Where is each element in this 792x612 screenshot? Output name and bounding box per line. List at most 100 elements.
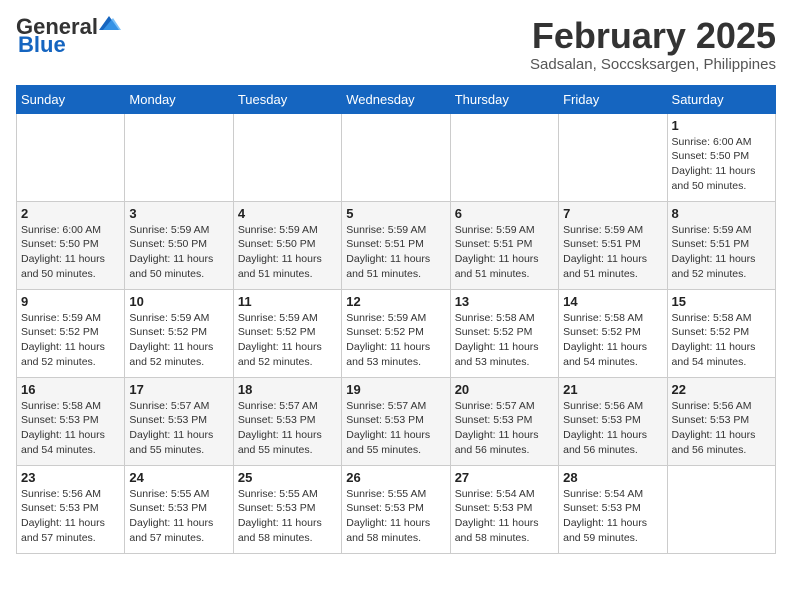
calendar-day-cell: 10 Sunrise: 5:59 AMSunset: 5:52 PMDayligh…	[125, 289, 233, 377]
day-info: Sunrise: 5:59 AMSunset: 5:51 PMDaylight:…	[672, 223, 771, 282]
calendar-day-cell: 21 Sunrise: 5:56 AMSunset: 5:53 PMDayligh…	[559, 377, 667, 465]
day-number: 2	[21, 206, 120, 221]
weekday-header-saturday: Saturday	[667, 85, 775, 113]
weekday-header-wednesday: Wednesday	[342, 85, 450, 113]
day-number: 8	[672, 206, 771, 221]
calendar-day-cell: 2 Sunrise: 6:00 AMSunset: 5:50 PMDaylight…	[17, 201, 125, 289]
location-text: Sadsalan, Soccsksargen, Philippines	[530, 56, 776, 73]
day-info: Sunrise: 5:59 AMSunset: 5:52 PMDaylight:…	[238, 311, 337, 370]
day-number: 5	[346, 206, 445, 221]
calendar-day-cell: 4Sunrise: 5:59 AMSunset: 5:50 PMDaylight…	[233, 201, 341, 289]
calendar-day-cell	[233, 113, 341, 201]
day-number: 14	[563, 294, 662, 309]
day-info: Sunrise: 5:55 AMSunset: 5:53 PMDaylight:…	[129, 487, 228, 546]
day-info: Sunrise: 5:56 AMSunset: 5:53 PMDaylight:…	[21, 487, 120, 546]
day-number: 26	[346, 470, 445, 485]
calendar-day-cell: 13 Sunrise: 5:58 AMSunset: 5:52 PMDayligh…	[450, 289, 558, 377]
calendar-day-cell: 11 Sunrise: 5:59 AMSunset: 5:52 PMDayligh…	[233, 289, 341, 377]
calendar-day-cell: 22Sunrise: 5:56 AMSunset: 5:53 PMDayligh…	[667, 377, 775, 465]
calendar-day-cell	[342, 113, 450, 201]
day-info: Sunrise: 5:59 AMSunset: 5:50 PMDaylight:…	[238, 223, 337, 282]
day-info: Sunrise: 5:55 AMSunset: 5:53 PMDaylight:…	[346, 487, 445, 546]
day-info: Sunrise: 5:54 AMSunset: 5:53 PMDaylight:…	[563, 487, 662, 546]
calendar-day-cell: 25 Sunrise: 5:55 AMSunset: 5:53 PMDayligh…	[233, 465, 341, 553]
calendar-day-cell: 15 Sunrise: 5:58 AMSunset: 5:52 PMDayligh…	[667, 289, 775, 377]
day-info: Sunrise: 5:59 AMSunset: 5:50 PMDaylight:…	[129, 223, 228, 282]
calendar-day-cell: 24 Sunrise: 5:55 AMSunset: 5:53 PMDayligh…	[125, 465, 233, 553]
day-info: Sunrise: 5:58 AMSunset: 5:52 PMDaylight:…	[563, 311, 662, 370]
day-info: Sunrise: 6:00 AMSunset: 5:50 PMDaylight:…	[672, 135, 771, 194]
calendar-day-cell: 23 Sunrise: 5:56 AMSunset: 5:53 PMDayligh…	[17, 465, 125, 553]
day-number: 10	[129, 294, 228, 309]
day-info: Sunrise: 5:55 AMSunset: 5:53 PMDaylight:…	[238, 487, 337, 546]
calendar-day-cell: 7Sunrise: 5:59 AMSunset: 5:51 PMDaylight…	[559, 201, 667, 289]
calendar-week-row: 9 Sunrise: 5:59 AMSunset: 5:52 PMDaylight…	[17, 289, 776, 377]
calendar-day-cell: 3Sunrise: 5:59 AMSunset: 5:50 PMDaylight…	[125, 201, 233, 289]
calendar-day-cell: 20 Sunrise: 5:57 AMSunset: 5:53 PMDayligh…	[450, 377, 558, 465]
day-number: 11	[238, 294, 337, 309]
day-number: 23	[21, 470, 120, 485]
calendar-day-cell: 17 Sunrise: 5:57 AMSunset: 5:53 PMDayligh…	[125, 377, 233, 465]
weekday-header-thursday: Thursday	[450, 85, 558, 113]
logo-blue-text: Blue	[18, 34, 66, 56]
weekday-header-friday: Friday	[559, 85, 667, 113]
day-info: Sunrise: 5:57 AMSunset: 5:53 PMDaylight:…	[129, 399, 228, 458]
day-info: Sunrise: 5:56 AMSunset: 5:53 PMDaylight:…	[563, 399, 662, 458]
weekday-header-monday: Monday	[125, 85, 233, 113]
weekday-header-tuesday: Tuesday	[233, 85, 341, 113]
calendar-week-row: 23 Sunrise: 5:56 AMSunset: 5:53 PMDayligh…	[17, 465, 776, 553]
calendar-day-cell	[125, 113, 233, 201]
calendar-day-cell: 1 Sunrise: 6:00 AMSunset: 5:50 PMDaylight…	[667, 113, 775, 201]
day-number: 27	[455, 470, 554, 485]
calendar-day-cell: 19 Sunrise: 5:57 AMSunset: 5:53 PMDayligh…	[342, 377, 450, 465]
day-number: 15	[672, 294, 771, 309]
day-number: 7	[563, 206, 662, 221]
calendar-day-cell: 18 Sunrise: 5:57 AMSunset: 5:53 PMDayligh…	[233, 377, 341, 465]
day-info: Sunrise: 5:57 AMSunset: 5:53 PMDaylight:…	[238, 399, 337, 458]
day-info: Sunrise: 5:58 AMSunset: 5:53 PMDaylight:…	[21, 399, 120, 458]
day-info: Sunrise: 5:59 AMSunset: 5:52 PMDaylight:…	[21, 311, 120, 370]
day-number: 1	[672, 118, 771, 133]
day-info: Sunrise: 5:58 AMSunset: 5:52 PMDaylight:…	[455, 311, 554, 370]
calendar-header-row: SundayMondayTuesdayWednesdayThursdayFrid…	[17, 85, 776, 113]
calendar-day-cell: 9 Sunrise: 5:59 AMSunset: 5:52 PMDaylight…	[17, 289, 125, 377]
day-info: Sunrise: 6:00 AMSunset: 5:50 PMDaylight:…	[21, 223, 120, 282]
calendar-day-cell	[667, 465, 775, 553]
calendar-day-cell: 16Sunrise: 5:58 AMSunset: 5:53 PMDayligh…	[17, 377, 125, 465]
day-info: Sunrise: 5:56 AMSunset: 5:53 PMDaylight:…	[672, 399, 771, 458]
calendar-day-cell: 5 Sunrise: 5:59 AMSunset: 5:51 PMDaylight…	[342, 201, 450, 289]
day-info: Sunrise: 5:59 AMSunset: 5:52 PMDaylight:…	[129, 311, 228, 370]
day-info: Sunrise: 5:59 AMSunset: 5:52 PMDaylight:…	[346, 311, 445, 370]
logo-icon	[99, 16, 121, 34]
logo: General Blue	[16, 16, 121, 56]
calendar-day-cell: 27Sunrise: 5:54 AMSunset: 5:53 PMDayligh…	[450, 465, 558, 553]
calendar-day-cell: 14 Sunrise: 5:58 AMSunset: 5:52 PMDayligh…	[559, 289, 667, 377]
day-number: 13	[455, 294, 554, 309]
calendar-day-cell: 28 Sunrise: 5:54 AMSunset: 5:53 PMDayligh…	[559, 465, 667, 553]
calendar-week-row: 16Sunrise: 5:58 AMSunset: 5:53 PMDayligh…	[17, 377, 776, 465]
day-number: 19	[346, 382, 445, 397]
calendar-day-cell	[559, 113, 667, 201]
calendar-week-row: 2 Sunrise: 6:00 AMSunset: 5:50 PMDaylight…	[17, 201, 776, 289]
day-number: 21	[563, 382, 662, 397]
month-title: February 2025	[530, 16, 776, 56]
day-number: 25	[238, 470, 337, 485]
calendar-day-cell: 26 Sunrise: 5:55 AMSunset: 5:53 PMDayligh…	[342, 465, 450, 553]
day-info: Sunrise: 5:57 AMSunset: 5:53 PMDaylight:…	[346, 399, 445, 458]
title-block: February 2025 Sadsalan, Soccsksargen, Ph…	[530, 16, 776, 73]
day-info: Sunrise: 5:59 AMSunset: 5:51 PMDaylight:…	[346, 223, 445, 282]
day-number: 9	[21, 294, 120, 309]
day-number: 17	[129, 382, 228, 397]
calendar-week-row: 1 Sunrise: 6:00 AMSunset: 5:50 PMDaylight…	[17, 113, 776, 201]
calendar-table: SundayMondayTuesdayWednesdayThursdayFrid…	[16, 85, 776, 554]
day-number: 18	[238, 382, 337, 397]
day-info: Sunrise: 5:59 AMSunset: 5:51 PMDaylight:…	[455, 223, 554, 282]
day-number: 28	[563, 470, 662, 485]
day-number: 20	[455, 382, 554, 397]
calendar-day-cell: 6Sunrise: 5:59 AMSunset: 5:51 PMDaylight…	[450, 201, 558, 289]
day-info: Sunrise: 5:57 AMSunset: 5:53 PMDaylight:…	[455, 399, 554, 458]
day-number: 24	[129, 470, 228, 485]
day-info: Sunrise: 5:58 AMSunset: 5:52 PMDaylight:…	[672, 311, 771, 370]
calendar-day-cell: 12Sunrise: 5:59 AMSunset: 5:52 PMDayligh…	[342, 289, 450, 377]
calendar-day-cell	[17, 113, 125, 201]
